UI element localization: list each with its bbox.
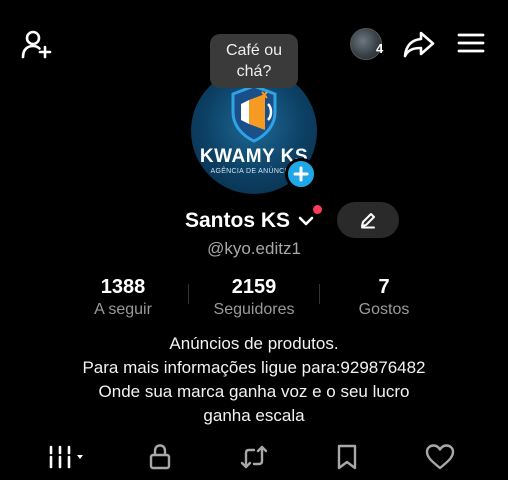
edit-profile-button[interactable] xyxy=(337,202,399,238)
share-icon xyxy=(403,31,435,58)
stat-divider xyxy=(188,284,189,304)
pencil-icon xyxy=(361,213,375,229)
notification-dot xyxy=(313,205,322,214)
profile-bio: Anúncios de produtos. Para mais informaç… xyxy=(0,332,508,428)
status-bubble[interactable]: Café ou chá? xyxy=(210,34,298,88)
stat-following[interactable]: 1388 A seguir xyxy=(76,275,170,321)
bio-line: Para mais informações ligue para:9298764… xyxy=(82,358,426,377)
add-user-icon xyxy=(21,30,52,59)
friends-avatar-button[interactable]: 4 xyxy=(350,26,390,60)
stat-likes[interactable]: 7 Gostos xyxy=(340,275,428,321)
bio-line: Onde sua marca ganha voz e o seu lucro xyxy=(98,382,410,401)
brand-logo xyxy=(231,84,277,143)
heart-icon xyxy=(425,444,455,470)
stat-divider xyxy=(319,284,320,304)
plus-icon xyxy=(293,166,309,182)
menu-icon xyxy=(457,33,485,53)
lock-icon xyxy=(149,444,171,470)
tab-saved[interactable] xyxy=(327,440,367,474)
stat-label: A seguir xyxy=(94,301,152,318)
bookmark-icon xyxy=(337,444,357,470)
add-user-button[interactable] xyxy=(18,26,54,62)
username: @kyo.editz1 xyxy=(207,239,301,258)
grid-icon xyxy=(49,445,83,469)
menu-button[interactable] xyxy=(456,30,486,56)
stat-value: 7 xyxy=(378,276,390,298)
display-name[interactable]: Santos KS xyxy=(185,206,290,236)
stat-value: 1388 xyxy=(100,276,146,298)
bio-line: Anúncios de produtos. xyxy=(169,334,339,353)
friends-count-badge: 4 xyxy=(376,41,384,56)
add-story-button[interactable] xyxy=(285,158,317,190)
caret-down-icon xyxy=(77,455,83,459)
tab-private[interactable] xyxy=(140,440,180,474)
repost-icon xyxy=(240,445,268,469)
tab-videos[interactable] xyxy=(46,440,92,474)
tab-liked[interactable] xyxy=(420,440,460,474)
stat-label: Seguidores xyxy=(213,301,295,318)
name-row: Santos KS xyxy=(0,205,508,236)
stat-followers[interactable]: 2159 Seguidores xyxy=(198,275,310,321)
chevron-down-icon[interactable] xyxy=(298,215,314,227)
share-button[interactable] xyxy=(402,28,436,60)
stat-value: 2159 xyxy=(231,276,277,298)
stat-label: Gostos xyxy=(358,301,410,318)
tab-reposts[interactable] xyxy=(234,440,274,474)
bio-line: ganha escala xyxy=(203,406,305,425)
